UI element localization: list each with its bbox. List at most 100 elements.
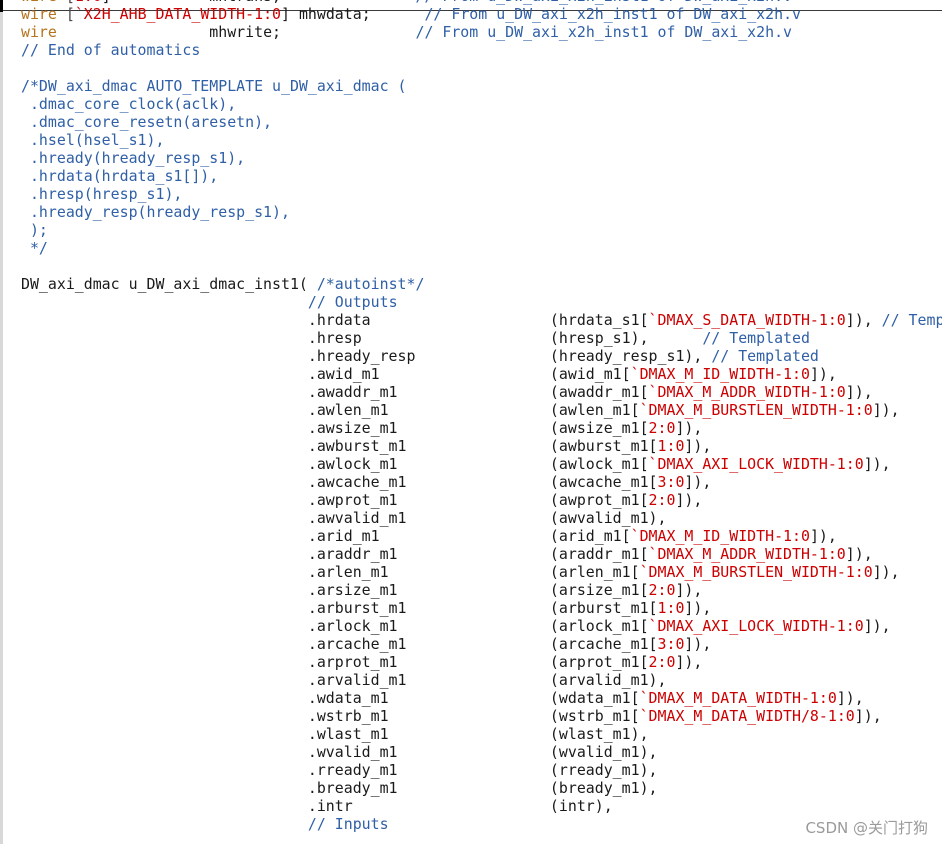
code-line[interactable]: .hresp(hresp_s1), [21,185,942,203]
code-macro: 2:0 [648,653,676,671]
code-line[interactable]: .araddr_m1 (araddr_m1[`DMAX_M_ADDR_WIDTH… [21,545,942,563]
code-comment: ); [21,221,48,239]
code-comment: /*autoinst*/ [316,275,425,293]
code-comment: .hresp(hresp_s1), [21,185,183,203]
code-line[interactable]: .hrdata (hrdata_s1[`DMAX_S_DATA_WIDTH-1:… [21,311,942,329]
code-text: .hrdata (hrdata_s1[ [21,311,649,329]
code-macro: 2:0 [648,581,676,599]
code-line[interactable]: .hsel(hsel_s1), [21,131,942,149]
code-line[interactable]: .awaddr_m1 (awaddr_m1[`DMAX_M_ADDR_WIDTH… [21,383,942,401]
code-text: ]), [863,617,891,635]
code-line[interactable]: .awid_m1 (awid_m1[`DMAX_M_ID_WIDTH-1:0])… [21,365,942,383]
editor-gutter [0,0,3,844]
code-line[interactable]: .awsize_m1 (awsize_m1[2:0]), [21,419,942,437]
code-text: .wstrb_m1 (wstrb_m1[ [21,707,640,725]
code-comment: // End of automatics [21,41,201,59]
code-text: ]), [675,419,703,437]
code-text: .arvalid_m1 (arvalid_m1), [21,671,667,689]
code-line[interactable]: .hready_resp (hready_resp_s1), // Templa… [21,347,942,365]
code-line[interactable]: .hresp (hresp_s1), // Templated [21,329,942,347]
code-macro: 2:0 [648,491,676,509]
code-line[interactable]: DW_axi_dmac u_DW_axi_dmac_inst1( /*autoi… [21,275,942,293]
code-line[interactable]: /*DW_axi_dmac AUTO_TEMPLATE u_DW_axi_dma… [21,77,942,95]
code-line[interactable]: .awvalid_m1 (awvalid_m1), [21,509,942,527]
code-text: ]), [684,599,712,617]
code-text: .rready_m1 (rready_m1), [21,761,658,779]
code-text: .hready_resp (hready_resp_s1), [21,347,712,365]
code-keyword: wire [21,5,57,23]
code-line[interactable] [21,59,942,77]
code-text: ] mhwdata; [281,5,425,23]
code-macro: `DMAX_M_DATA_WIDTH/8-1:0 [639,707,855,725]
code-line[interactable]: .wlast_m1 (wlast_m1), [21,725,942,743]
code-line[interactable]: // Inputs [21,815,942,833]
code-line[interactable]: wire [`X2H_AHB_DATA_WIDTH-1:0] mhwdata; … [21,5,942,23]
code-text: .arsize_m1 (arsize_m1[ [21,581,649,599]
code-text: ]), [872,401,900,419]
code-line[interactable]: .dmac_core_resetn(aresetn), [21,113,942,131]
code-comment: */ [21,239,48,257]
code-line[interactable]: // Outputs [21,293,942,311]
code-line[interactable]: .arvalid_m1 (arvalid_m1), [21,671,942,689]
code-line[interactable] [21,257,942,275]
code-line[interactable]: .arlen_m1 (arlen_m1[`DMAX_M_BURSTLEN_WID… [21,563,942,581]
code-macro: 1:0 [657,437,685,455]
code-line[interactable]: ); [21,221,942,239]
code-line[interactable]: .hready(hready_resp_s1), [21,149,942,167]
code-macro: 3:0 [657,473,685,491]
code-line[interactable]: */ [21,239,942,257]
code-text: .awprot_m1 (awprot_m1[ [21,491,649,509]
code-macro: `X2H_AHB_DATA_WIDTH-1:0 [74,5,282,23]
code-keyword: wire [21,23,57,41]
code-macro: `DMAX_M_ADDR_WIDTH-1:0 [648,383,846,401]
code-line[interactable]: .dmac_core_clock(aclk), [21,95,942,113]
code-comment: .dmac_core_clock(aclk), [21,95,237,113]
code-text: .awsize_m1 (awsize_m1[ [21,419,649,437]
code-line[interactable]: .wstrb_m1 (wstrb_m1[`DMAX_M_DATA_WIDTH/8… [21,707,942,725]
code-text: .wvalid_m1 (wvalid_m1), [21,743,658,761]
code-line[interactable]: .wvalid_m1 (wvalid_m1), [21,743,942,761]
code-text: ]), [863,455,891,473]
code-text: .awlen_m1 (awlen_m1[ [21,401,640,419]
code-macro: `DMAX_M_ID_WIDTH-1:0 [630,365,810,383]
code-line[interactable]: .arcache_m1 (arcache_m1[3:0]), [21,635,942,653]
code-comment: // From u_DW_axi_x2h_inst1 of DW_axi_x2h… [424,5,801,23]
code-macro: `DMAX_S_DATA_WIDTH-1:0 [648,311,846,329]
code-comment: .hready_resp(hready_resp_s1), [21,203,290,221]
code-text: .wlast_m1 (wlast_m1), [21,725,649,743]
code-line[interactable]: wire mhwrite; // From u_DW_axi_x2h_inst1… [21,23,942,41]
code-text: ]), [845,311,882,329]
code-line[interactable]: .arlock_m1 (arlock_m1[`DMAX_AXI_LOCK_WID… [21,617,942,635]
code-line[interactable]: .wdata_m1 (wdata_m1[`DMAX_M_DATA_WIDTH-1… [21,689,942,707]
code-line[interactable]: // End of automatics [21,41,942,59]
code-text: .awburst_m1 (awburst_m1[ [21,437,658,455]
code-comment: // From u_DW_axi_x2h_inst1 of DW_axi_x2h… [415,23,793,41]
code-line[interactable]: .awlock_m1 (awlock_m1[`DMAX_AXI_LOCK_WID… [21,455,942,473]
code-line[interactable]: .intr (intr), [21,797,942,815]
code-line[interactable]: .arprot_m1 (arprot_m1[2:0]), [21,653,942,671]
code-macro: `DMAX_M_BURSTLEN_WIDTH-1:0 [639,563,873,581]
code-comment: .hsel(hsel_s1), [21,131,165,149]
code-line[interactable]: .hready_resp(hready_resp_s1), [21,203,942,221]
code-text: ]), [836,689,864,707]
code-macro: 2:0 [648,419,676,437]
code-line[interactable]: .awprot_m1 (awprot_m1[2:0]), [21,491,942,509]
code-line[interactable]: .awcache_m1 (awcache_m1[3:0]), [21,473,942,491]
code-text: .araddr_m1 (araddr_m1[ [21,545,649,563]
code-editor[interactable]: wire [1:0] mhtrans; // From u_DW_axi_x2h… [21,0,942,833]
watermark: CSDN @关门打狗 [805,819,928,837]
code-line[interactable]: .rready_m1 (rready_m1), [21,761,942,779]
code-text: ]), [845,383,873,401]
code-macro: 3:0 [657,635,685,653]
code-line[interactable]: .awburst_m1 (awburst_m1[1:0]), [21,437,942,455]
code-line[interactable]: .awlen_m1 (awlen_m1[`DMAX_M_BURSTLEN_WID… [21,401,942,419]
code-comment: // Templated [702,329,810,347]
code-line[interactable]: .arsize_m1 (arsize_m1[2:0]), [21,581,942,599]
code-text: .wdata_m1 (wdata_m1[ [21,689,640,707]
code-line[interactable]: .arburst_m1 (arburst_m1[1:0]), [21,599,942,617]
code-text: .awcache_m1 (awcache_m1[ [21,473,658,491]
code-text: .intr (intr), [21,797,613,815]
code-line[interactable]: .bready_m1 (bready_m1), [21,779,942,797]
code-line[interactable]: .hrdata(hrdata_s1[]), [21,167,942,185]
code-line[interactable]: .arid_m1 (arid_m1[`DMAX_M_ID_WIDTH-1:0])… [21,527,942,545]
